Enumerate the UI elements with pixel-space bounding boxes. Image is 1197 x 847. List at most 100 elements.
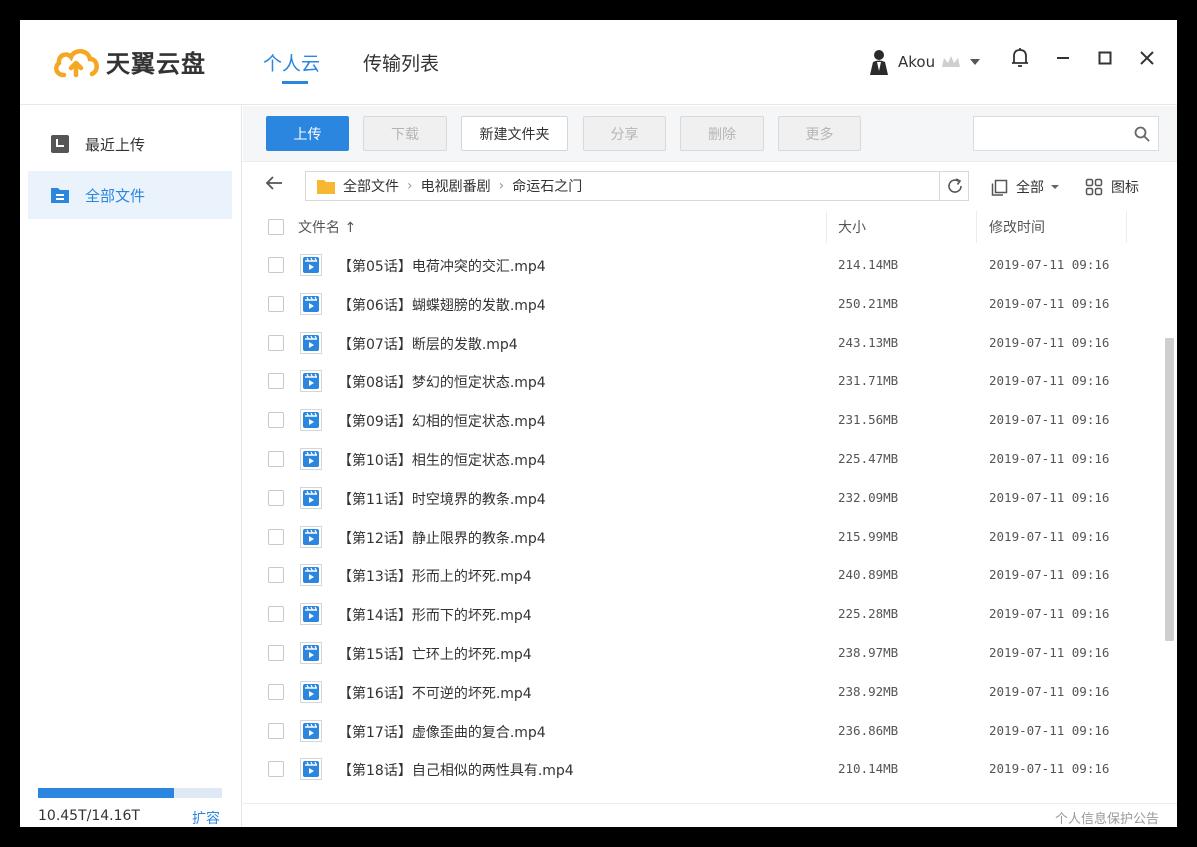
file-name[interactable]: 【第18话】自己相似的两性具有.mp4 xyxy=(338,760,574,780)
sidebar-item-all-files[interactable]: 全部文件 xyxy=(28,171,232,219)
privacy-notice-link[interactable]: 个人信息保护公告 xyxy=(1055,808,1159,827)
view-mode-toggle[interactable]: 图标 xyxy=(1085,177,1139,197)
file-modified-time: 2019-07-11 09:16 xyxy=(989,295,1110,311)
breadcrumb-item-tv-anime[interactable]: 电视剧番剧 xyxy=(421,176,491,196)
close-icon xyxy=(1140,51,1154,65)
breadcrumb: 全部文件 › 电视剧番剧 › 命运石之门 xyxy=(305,171,969,201)
row-checkbox[interactable] xyxy=(268,257,284,273)
table-row[interactable]: 【第12话】静止限界的教条.mp4 215.99MB 2019-07-11 09:1… xyxy=(243,518,1163,557)
delete-button[interactable]: 删除 xyxy=(680,116,764,151)
file-name[interactable]: 【第12话】静止限界的教条.mp4 xyxy=(338,528,546,548)
file-name[interactable]: 【第08话】梦幻的恒定状态.mp4 xyxy=(338,372,546,392)
vertical-scrollbar[interactable] xyxy=(1165,338,1174,641)
column-header-modified[interactable]: 修改时间 xyxy=(989,209,1045,245)
file-name[interactable]: 【第07话】断层的发散.mp4 xyxy=(338,334,518,354)
row-checkbox[interactable] xyxy=(268,567,284,584)
column-header-name[interactable]: 文件名 ↑ xyxy=(298,209,356,245)
file-modified-time: 2019-07-11 09:16 xyxy=(989,489,1110,505)
row-checkbox[interactable] xyxy=(268,489,284,506)
search-input[interactable] xyxy=(974,117,1124,150)
table-row[interactable]: 【第13话】形而上的坏死.mp4 240.89MB 2019-07-11 09:16 xyxy=(243,556,1163,595)
file-name[interactable]: 【第06话】蝴蝶翅膀的发散.mp4 xyxy=(338,295,546,315)
row-checkbox[interactable] xyxy=(268,334,284,351)
storage-quota-bar xyxy=(38,788,222,798)
table-row[interactable]: 【第10话】相生的恒定状态.mp4 225.47MB 2019-07-11 09:1… xyxy=(243,440,1163,479)
file-size: 238.92MB xyxy=(838,683,899,699)
row-checkbox[interactable] xyxy=(268,528,284,545)
file-modified-time: 2019-07-11 09:16 xyxy=(989,334,1110,350)
close-button[interactable] xyxy=(1133,44,1161,72)
maximize-button[interactable] xyxy=(1091,44,1119,72)
file-name[interactable]: 【第15话】亡环上的坏死.mp4 xyxy=(338,644,532,664)
table-row[interactable]: 【第18话】自己相似的两性具有.mp4 210.14MB 2019-07-11 09… xyxy=(243,750,1163,789)
file-name[interactable]: 【第16话】不可逆的坏死.mp4 xyxy=(338,683,532,703)
table-row[interactable]: 【第17话】虚像歪曲的复合.mp4 236.86MB 2019-07-11 09:1… xyxy=(243,712,1163,751)
new-folder-button[interactable]: 新建文件夹 xyxy=(461,116,568,151)
table-row[interactable]: 【第05话】电荷冲突的交汇.mp4 214.14MB 2019-07-11 09:1… xyxy=(243,246,1163,285)
user-menu[interactable]: Akou xyxy=(868,49,981,75)
upload-button[interactable]: 上传 xyxy=(266,116,349,151)
video-file-icon xyxy=(300,448,322,470)
sidebar-item-recent-upload[interactable]: 最近上传 xyxy=(28,120,232,168)
video-file-icon xyxy=(300,409,322,432)
file-name[interactable]: 【第13话】形而上的坏死.mp4 xyxy=(338,566,532,586)
file-name[interactable]: 【第05话】电荷冲突的交汇.mp4 xyxy=(338,256,546,276)
row-checkbox[interactable] xyxy=(268,451,284,467)
breadcrumb-separator: › xyxy=(407,178,413,194)
share-button[interactable]: 分享 xyxy=(583,116,666,151)
table-row[interactable]: 【第14话】形而下的坏死.mp4 225.28MB 2019-07-11 09:16 xyxy=(243,595,1163,634)
row-checkbox[interactable] xyxy=(268,645,284,661)
table-row[interactable]: 【第15话】亡环上的坏死.mp4 238.97MB 2019-07-11 09:16 xyxy=(243,634,1163,673)
file-icon-wrap xyxy=(300,680,322,707)
refresh-button[interactable] xyxy=(939,171,970,201)
row-checkbox[interactable] xyxy=(268,761,284,778)
logo-text: 天翼云盘 xyxy=(106,50,206,78)
file-name[interactable]: 【第10话】相生的恒定状态.mp4 xyxy=(338,450,546,470)
tab-personal-cloud[interactable]: 个人云 xyxy=(263,49,320,76)
minimize-button[interactable] xyxy=(1049,44,1077,72)
search-icon[interactable] xyxy=(1134,126,1150,142)
notification-button[interactable] xyxy=(1006,44,1034,72)
file-icon-wrap xyxy=(300,254,322,280)
breadcrumb-item-all-files[interactable]: 全部文件 xyxy=(343,176,399,196)
video-file-icon xyxy=(300,370,322,393)
more-button[interactable]: 更多 xyxy=(778,116,861,151)
file-name[interactable]: 【第17话】虚像歪曲的复合.mp4 xyxy=(338,722,546,742)
breadcrumb-item-steins-gate[interactable]: 命运石之门 xyxy=(512,176,582,196)
table-row[interactable]: 【第11话】时空境界的教条.mp4 232.09MB 2019-07-11 09:1… xyxy=(243,479,1163,518)
table-row[interactable]: 【第08话】梦幻的恒定状态.mp4 231.71MB 2019-07-11 09:1… xyxy=(243,362,1163,401)
table-row[interactable]: 【第06话】蝴蝶翅膀的发散.mp4 250.21MB 2019-07-11 09:1… xyxy=(243,285,1163,324)
tab-transfer-list[interactable]: 传输列表 xyxy=(363,49,439,76)
file-size: 236.86MB xyxy=(838,722,899,738)
row-checkbox[interactable] xyxy=(268,295,284,312)
table-row[interactable]: 【第09话】幻相的恒定状态.mp4 231.56MB 2019-07-11 09:1… xyxy=(243,401,1163,440)
file-modified-time: 2019-07-11 09:16 xyxy=(989,645,1110,660)
row-checkbox[interactable] xyxy=(268,606,284,623)
column-header-size[interactable]: 大小 xyxy=(838,209,866,245)
table-row[interactable]: 【第07话】断层的发散.mp4 243.13MB 2019-07-11 09:16 xyxy=(243,324,1163,363)
row-checkbox[interactable] xyxy=(268,412,284,429)
file-icon-wrap xyxy=(300,603,322,629)
back-arrow-icon[interactable] xyxy=(265,175,283,191)
row-checkbox[interactable] xyxy=(268,722,284,739)
file-name[interactable]: 【第11话】时空境界的教条.mp4 xyxy=(338,489,546,509)
file-size: 232.09MB xyxy=(838,489,899,505)
file-icon-wrap xyxy=(300,758,322,784)
chevron-down-icon xyxy=(970,59,981,65)
expand-storage-link[interactable]: 扩容 xyxy=(192,808,220,827)
video-file-icon xyxy=(300,331,322,354)
file-icon-wrap xyxy=(300,331,322,358)
video-file-icon xyxy=(300,486,322,509)
file-name[interactable]: 【第09话】幻相的恒定状态.mp4 xyxy=(338,411,546,431)
row-checkbox[interactable] xyxy=(268,373,284,390)
file-type-filter[interactable]: 全部 xyxy=(991,177,1060,197)
table-row[interactable]: 【第16话】不可逆的坏死.mp4 238.92MB 2019-07-11 09:16 xyxy=(243,673,1163,712)
select-all-checkbox[interactable] xyxy=(268,219,284,235)
folder-icon xyxy=(317,179,335,194)
file-name[interactable]: 【第14话】形而下的坏死.mp4 xyxy=(338,605,532,625)
file-size: 250.21MB xyxy=(838,295,899,311)
row-checkbox[interactable] xyxy=(268,683,284,700)
footer: 个人信息保护公告 xyxy=(243,803,1177,827)
logo: 天翼云盘 xyxy=(52,44,206,79)
download-button[interactable]: 下载 xyxy=(363,116,447,151)
